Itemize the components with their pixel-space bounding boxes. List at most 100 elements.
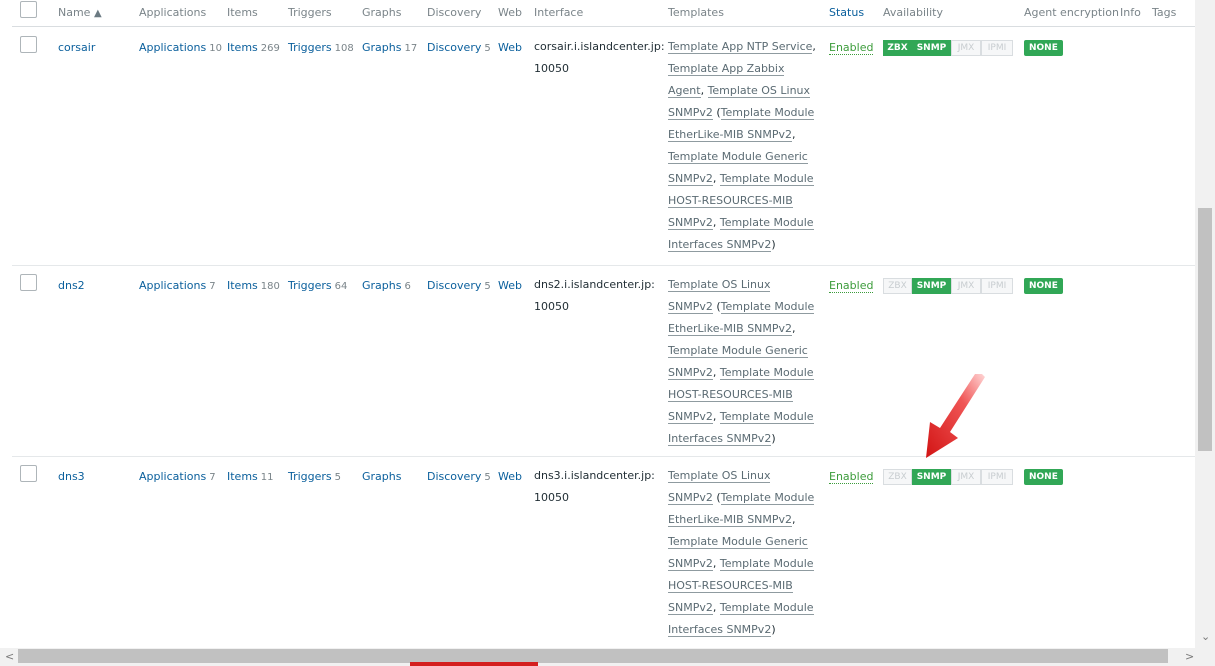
jmx-badge: JMX bbox=[951, 469, 981, 485]
web-link-label: Web bbox=[498, 41, 522, 54]
status-toggle[interactable]: Enabled bbox=[829, 470, 874, 484]
sort-ascending-icon: ▲ bbox=[93, 8, 102, 19]
graphs-link-label: Graphs bbox=[362, 470, 402, 483]
web-link[interactable]: Web bbox=[498, 279, 522, 292]
row-checkbox[interactable] bbox=[20, 465, 37, 482]
items-link[interactable]: Items 180 bbox=[227, 279, 280, 292]
interface-cell: corsair.i.islandcenter.jp: 10050 bbox=[534, 36, 665, 80]
applications-link-count: 10 bbox=[209, 43, 222, 54]
host-name-link[interactable]: corsair bbox=[58, 41, 95, 54]
applications-link[interactable]: Applications 10 bbox=[139, 41, 222, 54]
header-status[interactable]: Status bbox=[829, 6, 864, 19]
triggers-link-count: 64 bbox=[334, 281, 348, 292]
host-name-link-label: corsair bbox=[58, 41, 96, 54]
availability-badges: ZBX SNMP JMX IPMI bbox=[883, 278, 1013, 294]
vertical-scrollbar-thumb[interactable] bbox=[1198, 208, 1212, 451]
triggers-link-label: Triggers bbox=[288, 279, 332, 292]
interface-port: 10050 bbox=[534, 62, 569, 75]
applications-link-label: Applications bbox=[139, 41, 207, 54]
zbx-badge: ZBX bbox=[883, 40, 912, 56]
header-items: Items bbox=[227, 6, 258, 19]
graphs-link[interactable]: Graphs 17 bbox=[362, 41, 417, 54]
triggers-link-count: 5 bbox=[334, 472, 342, 483]
discovery-link[interactable]: Discovery 5 bbox=[427, 470, 491, 483]
interface-host: dns3.i.islandcenter.jp: bbox=[534, 469, 655, 482]
templates-cell: Template OS Linux SNMPv2 (Template Modul… bbox=[668, 278, 815, 446]
header-name[interactable]: Name ▲ bbox=[58, 6, 102, 19]
row-checkbox[interactable] bbox=[20, 274, 37, 291]
triggers-link[interactable]: Triggers 5 bbox=[288, 470, 341, 483]
table-row: corsair Applications 10 Items 269 Triggers 108… bbox=[12, 27, 1195, 266]
items-link-count: 11 bbox=[260, 472, 274, 483]
applications-link[interactable]: Applications 7 bbox=[139, 470, 216, 483]
applications-link[interactable]: Applications 7 bbox=[139, 279, 216, 292]
availability-badges: ZBX SNMP JMX IPMI bbox=[883, 469, 1013, 485]
discovery-link-label: Discovery bbox=[427, 279, 482, 292]
items-link-count: 180 bbox=[260, 281, 280, 292]
select-all-checkbox[interactable] bbox=[20, 1, 37, 18]
discovery-link[interactable]: Discovery 5 bbox=[427, 41, 491, 54]
zbx-badge: ZBX bbox=[883, 278, 912, 294]
discovery-link[interactable]: Discovery 5 bbox=[427, 279, 491, 292]
header-graphs: Graphs bbox=[362, 6, 402, 19]
host-name-link-label: dns3 bbox=[58, 470, 85, 483]
items-link-label: Items bbox=[227, 41, 258, 54]
scroll-right-icon[interactable]: > bbox=[1185, 650, 1194, 663]
table-row: dns3 Applications 7 Items 11 Triggers 5 Graphs D… bbox=[12, 456, 1195, 648]
interface-cell: dns2.i.islandcenter.jp: 10050 bbox=[534, 274, 659, 318]
header-triggers: Triggers bbox=[288, 6, 332, 19]
triggers-link[interactable]: Triggers 64 bbox=[288, 279, 347, 292]
table-header: Name ▲ Applications Items Triggers Graph… bbox=[12, 0, 1195, 27]
graphs-link[interactable]: Graphs bbox=[362, 470, 404, 483]
header-tags: Tags bbox=[1152, 6, 1177, 19]
web-link[interactable]: Web bbox=[498, 41, 522, 54]
templates-cell: Template OS Linux SNMPv2 (Template Modul… bbox=[668, 469, 815, 637]
discovery-link-label: Discovery bbox=[427, 470, 482, 483]
status-toggle[interactable]: Enabled bbox=[829, 279, 874, 293]
availability-badges: ZBX SNMP JMX IPMI bbox=[883, 40, 1013, 56]
items-link[interactable]: Items 269 bbox=[227, 41, 280, 54]
host-name-link[interactable]: dns3 bbox=[58, 470, 85, 483]
template-link[interactable]: Template App NTP Service bbox=[668, 40, 813, 54]
web-link[interactable]: Web bbox=[498, 470, 522, 483]
interface-host: dns2.i.islandcenter.jp: bbox=[534, 278, 655, 291]
graphs-link[interactable]: Graphs 6 bbox=[362, 279, 411, 292]
row-checkbox[interactable] bbox=[20, 36, 37, 53]
header-web: Web bbox=[498, 6, 522, 19]
web-link-label: Web bbox=[498, 470, 522, 483]
encryption-badge: NONE bbox=[1024, 278, 1063, 294]
applications-link-label: Applications bbox=[139, 470, 207, 483]
hosts-table: Name ▲ Applications Items Triggers Graph… bbox=[12, 0, 1195, 648]
graphs-link-label: Graphs bbox=[362, 279, 402, 292]
discovery-link-count: 5 bbox=[484, 43, 491, 54]
templates-cell: Template App NTP Service, Template App Z… bbox=[668, 40, 816, 252]
header-info: Info bbox=[1120, 6, 1141, 19]
items-link[interactable]: Items 11 bbox=[227, 470, 274, 483]
header-agent-encryption: Agent encryption bbox=[1024, 6, 1119, 19]
header-templates: Templates bbox=[668, 6, 724, 19]
annotation-arrow bbox=[926, 374, 985, 458]
snmp-badge: SNMP bbox=[912, 469, 951, 485]
discovery-link-count: 5 bbox=[484, 472, 491, 483]
host-name-link[interactable]: dns2 bbox=[58, 279, 85, 292]
ipmi-badge: IPMI bbox=[981, 278, 1013, 294]
triggers-link-count: 108 bbox=[334, 43, 354, 54]
web-link-label: Web bbox=[498, 279, 522, 292]
jmx-badge: JMX bbox=[951, 40, 981, 56]
applications-link-label: Applications bbox=[139, 279, 207, 292]
scroll-down-icon[interactable]: ⌄ bbox=[1201, 630, 1210, 643]
items-link-label: Items bbox=[227, 470, 258, 483]
snmp-badge: SNMP bbox=[912, 40, 951, 56]
encryption-badge: NONE bbox=[1024, 469, 1063, 485]
table-row: dns2 Applications 7 Items 180 Triggers 64 Graph… bbox=[12, 265, 1195, 457]
header-availability: Availability bbox=[883, 6, 943, 19]
discovery-link-label: Discovery bbox=[427, 41, 482, 54]
horizontal-scrollbar-thumb[interactable] bbox=[18, 649, 1168, 663]
interface-port: 10050 bbox=[534, 300, 569, 313]
interface-cell: dns3.i.islandcenter.jp: 10050 bbox=[534, 465, 659, 509]
graphs-link-count: 17 bbox=[404, 43, 418, 54]
scroll-left-icon[interactable]: < bbox=[5, 650, 14, 663]
header-discovery: Discovery bbox=[427, 6, 482, 19]
triggers-link[interactable]: Triggers 108 bbox=[288, 41, 354, 54]
status-toggle[interactable]: Enabled bbox=[829, 41, 874, 55]
